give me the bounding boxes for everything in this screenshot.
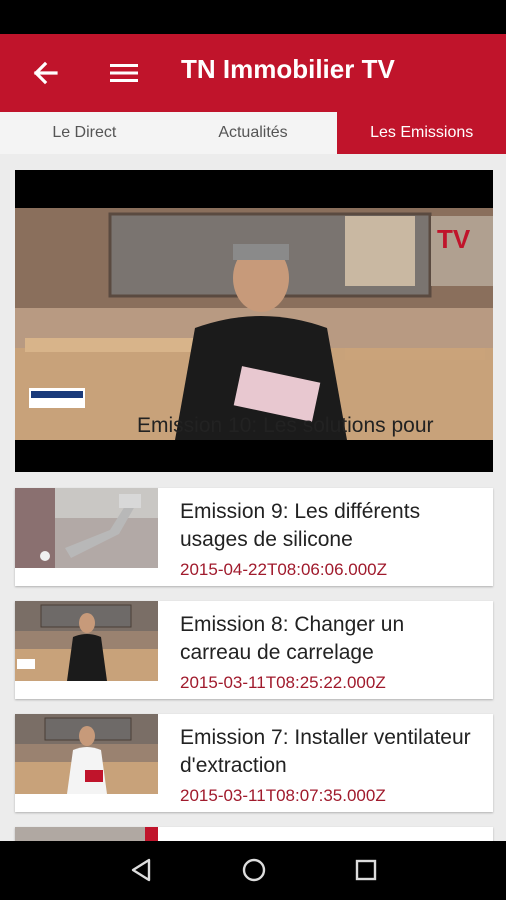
system-nav-bar [0, 841, 506, 900]
tab-le-direct[interactable]: Le Direct [0, 112, 169, 154]
featured-thumbnail: TV [15, 208, 493, 440]
arrow-back-icon[interactable] [30, 58, 60, 88]
app-title: TN Immobilier TV [181, 54, 395, 84]
tab-les-emissions[interactable]: Les Emissions [337, 112, 506, 154]
emission-title: Emission 7: Installer ventilateur d'extr… [180, 726, 471, 777]
emissions-list[interactable]: TV Emission 10: Les solutions pour Emiss… [0, 154, 506, 841]
emission-date: 2015-03-11T08:25:22.000Z [180, 673, 386, 692]
app-bar: TN Immobilier TV [0, 34, 506, 112]
triangle-back-icon[interactable] [127, 855, 157, 885]
emission-card-8[interactable]: Emission 8: Changer un carreau de carrel… [15, 601, 493, 699]
tab-actualites[interactable]: Actualités [169, 112, 338, 154]
emission-card-next[interactable] [15, 827, 493, 841]
tab-bar: Le Direct Actualités Les Emissions [0, 112, 506, 154]
square-recents-icon[interactable] [351, 855, 381, 885]
emission-date: 2015-03-11T08:07:35.000Z [180, 786, 386, 805]
emission-title: Emission 8: Changer un carreau de carrel… [180, 613, 405, 664]
hamburger-menu-icon[interactable] [108, 58, 140, 88]
silicone-thumbnail [15, 488, 158, 568]
emission-title: Emission 9: Les différents usages de sil… [180, 500, 421, 551]
emission-date: 2015-04-22T08:06:06.000Z [180, 560, 387, 579]
next-thumbnail [15, 827, 158, 841]
featured-video[interactable]: TV Emission 10: Les solutions pour [15, 170, 493, 472]
status-bar [0, 0, 506, 34]
carrelage-thumbnail [15, 601, 158, 681]
featured-title: Emission 10: Les solutions pour [137, 414, 434, 437]
ventilateur-thumbnail [15, 714, 158, 794]
emission-card-9[interactable]: Emission 9: Les différents usages de sil… [15, 488, 493, 586]
svg-text:TV: TV [437, 224, 471, 254]
emission-card-7[interactable]: Emission 7: Installer ventilateur d'extr… [15, 714, 493, 812]
circle-home-icon[interactable] [239, 855, 269, 885]
